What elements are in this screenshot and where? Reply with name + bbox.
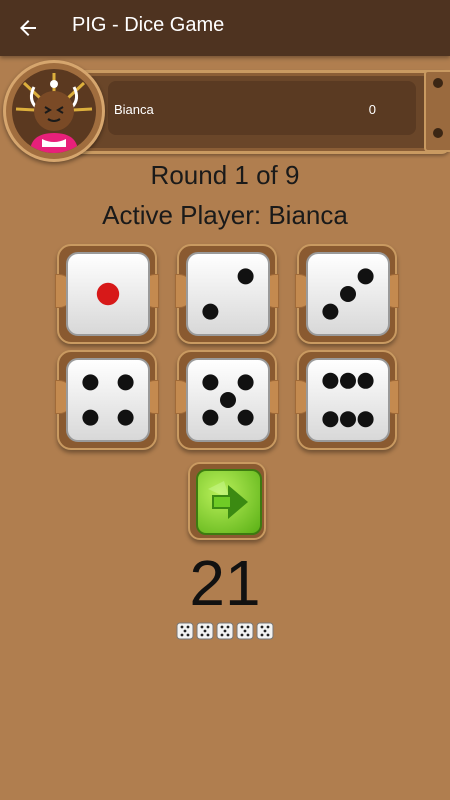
active-player-label: Active Player: Bianca — [102, 200, 348, 230]
die-face — [186, 252, 270, 336]
player-panel: Bianca 0 — [60, 70, 450, 154]
page-title: PIG - Dice Game — [72, 14, 225, 36]
mini-die-icon — [236, 622, 254, 640]
die-3[interactable] — [295, 244, 399, 344]
die-face — [306, 252, 390, 336]
player-row: Bianca 0 — [108, 81, 416, 135]
mini-die-icon — [256, 622, 274, 640]
back-button[interactable] — [10, 10, 46, 46]
die-1[interactable] — [55, 244, 159, 344]
die-pip — [237, 374, 254, 391]
die-pip — [202, 303, 219, 320]
die-pip — [117, 374, 134, 391]
die-pip — [322, 303, 339, 320]
die-6[interactable] — [295, 350, 399, 450]
mini-die-icon — [176, 622, 194, 640]
die-pip — [322, 411, 339, 428]
player-name: Bianca — [114, 102, 154, 117]
die-pip — [82, 374, 99, 391]
die-pip — [117, 409, 134, 426]
die-face — [306, 358, 390, 442]
die-pip — [357, 268, 374, 285]
die-pip — [202, 409, 219, 426]
die-pip — [237, 268, 254, 285]
player-score: 0 — [368, 102, 376, 117]
panel-latch — [424, 70, 450, 152]
die-pip — [237, 409, 254, 426]
arrow-left-icon — [20, 20, 36, 36]
die-pip — [357, 411, 374, 428]
die-4[interactable] — [55, 350, 159, 450]
die-pip — [340, 372, 356, 389]
avatar — [3, 60, 105, 162]
die-pip — [357, 372, 374, 389]
character-avatar-icon — [12, 69, 96, 153]
die-pip — [202, 374, 219, 391]
die-pip — [340, 411, 356, 428]
die-face — [66, 358, 150, 442]
die-pip — [96, 282, 120, 306]
die-face — [186, 358, 270, 442]
die-5[interactable] — [175, 350, 279, 450]
die-pip — [340, 286, 356, 302]
mini-die-icon — [196, 622, 214, 640]
mini-die-icon — [216, 622, 234, 640]
turn-total: 21 — [189, 547, 261, 619]
die-pip — [322, 372, 339, 389]
die-face — [66, 252, 150, 336]
die-2[interactable] — [175, 244, 279, 344]
remaining-dice-indicator — [176, 622, 274, 640]
roll-button[interactable] — [188, 462, 266, 540]
app-bar: PIG - Dice Game — [0, 0, 450, 56]
die-pip — [220, 392, 236, 408]
die-pip — [82, 409, 99, 426]
round-indicator: Round 1 of 9 — [150, 160, 300, 190]
arrow-right-icon — [208, 481, 248, 519]
